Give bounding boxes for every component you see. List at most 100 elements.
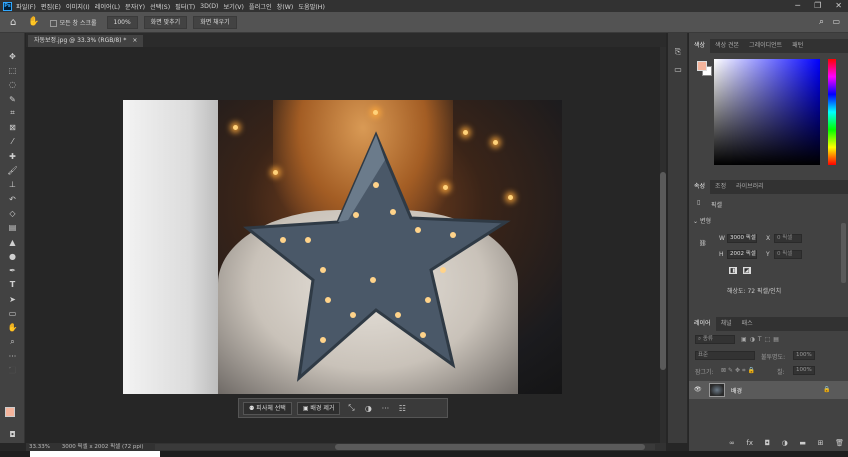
task-bar-settings-icon[interactable]: ☷ — [396, 404, 408, 413]
screen-mode-icon[interactable] — [0, 441, 25, 443]
flip-horizontal-icon[interactable]: ◧ — [729, 267, 737, 274]
link-layers-icon[interactable]: ∞ — [729, 439, 735, 449]
panel-foreground-swatch[interactable] — [697, 61, 707, 71]
hand-tool-icon[interactable]: ✋ — [0, 321, 25, 335]
brush-tool-icon[interactable]: 🖌 — [0, 163, 25, 177]
menu-layer[interactable]: 레이어(L) — [95, 2, 120, 11]
new-layer-icon[interactable]: ⊞ — [818, 439, 824, 449]
home-icon[interactable]: ⌂ — [10, 17, 16, 28]
gradient-tool-icon[interactable]: ▤ — [0, 221, 25, 235]
y-field[interactable]: 0 픽셀 — [774, 250, 802, 259]
tab-swatches[interactable]: 색상 견본 — [710, 39, 744, 53]
color-picker-field[interactable] — [714, 59, 820, 165]
restore-icon[interactable]: ❐ — [814, 1, 821, 10]
layer-filter-icons[interactable]: ▣◑T⬚▤ — [741, 336, 782, 343]
tab-properties[interactable]: 속성 — [689, 180, 711, 194]
fx-icon[interactable]: fx — [746, 439, 753, 449]
path-select-tool-icon[interactable]: ➤ — [0, 292, 25, 306]
link-icon[interactable]: ⛓ — [699, 240, 707, 247]
menu-3d[interactable]: 3D(D) — [200, 3, 218, 10]
new-group-icon[interactable]: ▬ — [799, 439, 806, 449]
zoom-100-button[interactable]: 100% — [106, 15, 138, 29]
blend-mode-select[interactable]: 표준 — [695, 351, 755, 360]
scroll-all-checkbox[interactable]: 모든 창 스크롤 — [49, 18, 97, 27]
transform-section-toggle[interactable]: ⌄ 변형 — [693, 216, 711, 225]
menu-select[interactable]: 선택(S) — [150, 2, 170, 11]
move-tool-icon[interactable]: ✥ — [0, 49, 25, 63]
fill-screen-button[interactable]: 화면 채우기 — [193, 15, 237, 29]
healing-brush-icon[interactable]: ✚ — [0, 149, 25, 163]
select-subject-button[interactable]: ⚉ 피사체 선택 — [243, 401, 292, 415]
more-options-icon[interactable]: ··· — [379, 404, 391, 413]
menu-view[interactable]: 보기(V) — [223, 2, 243, 11]
delete-layer-icon[interactable]: 🗑 — [835, 439, 844, 449]
zoom-tool-icon[interactable]: ⌕ — [0, 335, 25, 349]
horizontal-scroll-thumb[interactable] — [335, 444, 645, 450]
menu-help[interactable]: 도움말(H) — [298, 2, 325, 11]
more-tools-icon[interactable]: ··· — [0, 349, 25, 363]
foreground-color-swatch[interactable] — [5, 407, 15, 417]
fit-screen-button[interactable]: 화면 맞추기 — [143, 15, 188, 29]
history-panel-icon[interactable]: ⎘ — [668, 43, 688, 61]
menu-window[interactable]: 창(W) — [277, 2, 294, 11]
lasso-tool-icon[interactable]: ◌ — [0, 78, 25, 92]
zoom-readout[interactable]: 33.33% — [29, 444, 50, 450]
menu-filter[interactable]: 필터(T) — [175, 2, 195, 11]
comments-panel-icon[interactable]: ▭ — [668, 61, 688, 79]
height-field[interactable]: 2002 픽셀 — [727, 250, 757, 259]
fill-field[interactable]: 100% — [793, 366, 815, 375]
layer-visibility-icon[interactable]: 👁 — [694, 386, 702, 393]
default-colors-icon[interactable]: ⬛ — [0, 364, 25, 378]
hand-tool-icon[interactable]: ✋ — [28, 17, 39, 27]
quick-mask-icon[interactable]: ◘ — [0, 427, 25, 441]
flip-vertical-icon[interactable]: ◩ — [743, 267, 751, 274]
add-mask-icon[interactable]: ◘ — [765, 439, 771, 449]
document-tab[interactable]: 자동보정.jpg @ 33.3% (RGB/8) * × — [28, 35, 144, 47]
menu-edit[interactable]: 편집(E) — [41, 2, 61, 11]
tab-color[interactable]: 색상 — [689, 39, 711, 53]
layer-row-background[interactable]: 👁 배경 🔒 — [689, 381, 848, 399]
tab-paths[interactable]: 패스 — [737, 317, 758, 331]
stamp-tool-icon[interactable]: ⊥ — [0, 178, 25, 192]
hue-slider[interactable] — [828, 59, 836, 165]
tab-adjustments[interactable]: 조정 — [710, 180, 731, 194]
crop-tool-icon[interactable]: ⌗ — [0, 106, 25, 120]
tab-layers[interactable]: 레이어 — [689, 317, 716, 331]
frame-tool-icon[interactable]: ⊠ — [0, 120, 25, 134]
workspace-icon[interactable]: ▭ — [832, 17, 840, 26]
x-field[interactable]: 0 픽셀 — [774, 234, 802, 243]
adjustment-layer-icon[interactable]: ◑ — [782, 439, 788, 449]
type-tool-icon[interactable]: T — [0, 278, 25, 292]
blur-tool-icon[interactable]: ▲ — [0, 235, 25, 249]
layer-filter-select[interactable]: ⌕ 종류 — [695, 335, 735, 344]
lock-icons[interactable]: ⊠✎✥⌗🔒 — [721, 367, 757, 375]
marquee-tool-icon[interactable]: ⬚ — [0, 63, 25, 77]
tab-channels[interactable]: 채널 — [716, 317, 737, 331]
history-brush-icon[interactable]: ↶ — [0, 192, 25, 206]
transform-icon[interactable]: ⤡ — [345, 403, 357, 413]
document-image[interactable] — [123, 100, 562, 394]
menu-image[interactable]: 이미지(I) — [66, 2, 90, 11]
quick-select-tool-icon[interactable]: ✎ — [0, 92, 25, 106]
eyedropper-tool-icon[interactable]: ⁄ — [0, 135, 25, 149]
dodge-tool-icon[interactable]: ● — [0, 249, 25, 263]
vertical-scrollbar[interactable] — [660, 47, 666, 443]
horizontal-scrollbar[interactable] — [155, 444, 655, 450]
close-icon[interactable]: ✕ — [835, 1, 842, 10]
opacity-field[interactable]: 100% — [793, 351, 815, 360]
menu-file[interactable]: 파일(F) — [16, 2, 36, 11]
tab-libraries[interactable]: 라이브러리 — [731, 180, 769, 194]
minimize-icon[interactable]: ─ — [795, 1, 800, 10]
adjustment-icon[interactable]: ◑ — [362, 404, 374, 413]
rectangle-tool-icon[interactable]: ▭ — [0, 306, 25, 320]
width-field[interactable]: 3000 픽셀 — [727, 234, 757, 243]
menu-plugins[interactable]: 플러그인 — [249, 2, 272, 11]
tab-close-icon[interactable]: × — [132, 37, 137, 44]
eraser-tool-icon[interactable]: ◇ — [0, 206, 25, 220]
tab-patterns[interactable]: 패턴 — [787, 39, 808, 53]
properties-scrollbar[interactable] — [841, 223, 846, 283]
search-icon[interactable]: ⌕ — [819, 17, 824, 27]
menu-type[interactable]: 문자(Y) — [125, 2, 145, 11]
pen-tool-icon[interactable]: ✒ — [0, 263, 25, 277]
tab-gradients[interactable]: 그레이디언트 — [744, 39, 787, 53]
